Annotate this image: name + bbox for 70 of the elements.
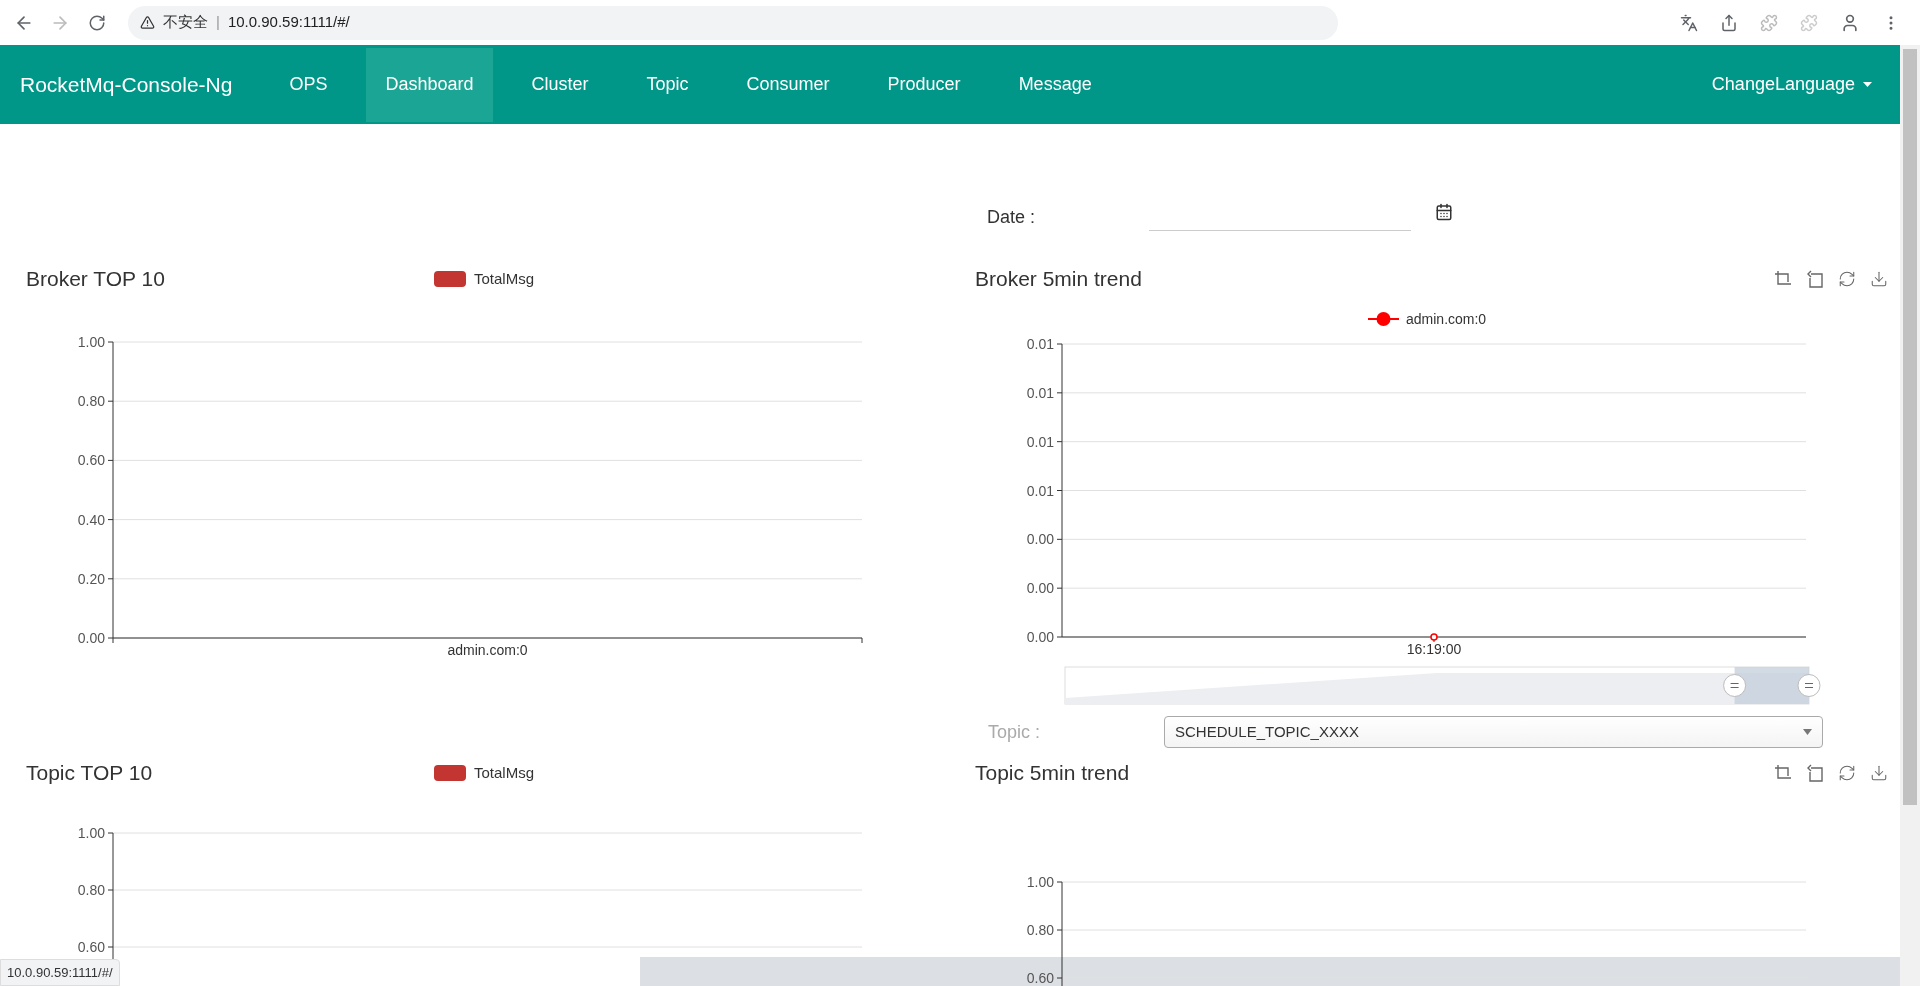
panel-title: Broker 5min trend xyxy=(975,266,1142,293)
address-bar[interactable]: 不安全 | 10.0.90.59:1111/#/ xyxy=(128,5,1338,40)
axis-label: 0.01 xyxy=(1026,336,1054,352)
axis-label: 0.40 xyxy=(77,511,105,528)
axis-label: 0.01 xyxy=(1026,384,1054,401)
axis-label: admin.com:0 xyxy=(447,642,528,658)
warning-icon xyxy=(140,15,155,30)
legend-swatch-icon[interactable] xyxy=(434,765,466,781)
refresh-icon[interactable] xyxy=(1838,764,1856,782)
caret-icon xyxy=(1803,729,1812,735)
topic-select[interactable]: SCHEDULE_TOPIC_XXXX xyxy=(1164,716,1823,748)
zoom-slider-track[interactable] xyxy=(1064,666,1810,705)
legend-label[interactable]: TotalMsg xyxy=(474,267,535,291)
slider-handle[interactable] xyxy=(1723,674,1747,697)
axis-label: 0.20 xyxy=(77,570,105,587)
axis-label: 0.80 xyxy=(77,882,105,898)
axis-label: 0.00 xyxy=(1026,629,1054,645)
legend-label[interactable]: admin.com:0 xyxy=(1406,311,1487,327)
zoom-icon[interactable] xyxy=(1774,270,1792,288)
axis-label: 1.00 xyxy=(77,334,105,350)
legend-marker-icon[interactable] xyxy=(1367,312,1400,326)
reload-icon[interactable] xyxy=(88,13,106,32)
axis-label: 16:19:00 xyxy=(1406,641,1462,657)
translate-icon[interactable] xyxy=(1680,13,1698,32)
slider-handle[interactable] xyxy=(1797,674,1821,697)
status-url: 10.0.90.59:1111/#/ xyxy=(0,958,120,986)
axis-label: 0.60 xyxy=(1026,970,1054,986)
axis-label: 0.60 xyxy=(77,939,105,955)
refresh-icon[interactable] xyxy=(1838,270,1856,288)
horizontal-scrollbar[interactable] xyxy=(640,957,1900,986)
axis-label: 0.01 xyxy=(1026,433,1054,450)
axis-label: 0.80 xyxy=(77,393,105,410)
security-label: 不安全 xyxy=(163,12,208,33)
zoom-reset-icon[interactable] xyxy=(1806,764,1824,782)
nav-tab[interactable]: Message xyxy=(999,47,1111,122)
nav-tab[interactable]: Producer xyxy=(868,47,980,122)
separator: | xyxy=(216,12,220,33)
axis-label: 0.80 xyxy=(1026,922,1054,938)
panel-title: Topic 5min trend xyxy=(975,760,1130,787)
panel-title: Topic TOP 10 xyxy=(26,761,153,785)
nav-tab[interactable]: Cluster xyxy=(512,47,608,122)
nav-tab[interactable]: OPS xyxy=(270,47,347,122)
axis-label: 1.00 xyxy=(1026,874,1054,890)
url-text: 10.0.90.59:1111/#/ xyxy=(227,12,350,33)
caret-icon xyxy=(1863,82,1872,87)
date-label: Date : xyxy=(987,205,1037,229)
zoom-reset-icon[interactable] xyxy=(1806,270,1824,288)
axis-label: 0.00 xyxy=(77,630,105,646)
language-menu[interactable]: ChangeLanguage xyxy=(1711,71,1900,98)
share-icon[interactable] xyxy=(1720,13,1738,32)
brand[interactable]: RocketMq-Console-Ng xyxy=(0,68,271,101)
axis-label: 0.00 xyxy=(1026,531,1054,548)
legend-label[interactable]: TotalMsg xyxy=(474,761,535,785)
nav-tab[interactable]: Consumer xyxy=(727,47,849,122)
data-point xyxy=(1430,633,1438,641)
axis-label: 1.00 xyxy=(77,825,105,841)
topic-label: Topic : xyxy=(988,720,1042,744)
download-icon[interactable] xyxy=(1870,270,1888,288)
calendar-icon[interactable] xyxy=(1435,203,1453,221)
nav-tab[interactable]: Topic xyxy=(627,47,708,122)
axis-label: 0.60 xyxy=(77,452,105,469)
axis-label: 0.01 xyxy=(1026,482,1054,499)
vertical-scrollbar[interactable] xyxy=(1900,45,1920,986)
axis-label: 0.00 xyxy=(1026,580,1054,597)
zoom-icon[interactable] xyxy=(1774,764,1792,782)
panel-title: Broker TOP 10 xyxy=(26,267,165,291)
nav-tab[interactable]: Dashboard xyxy=(366,47,493,122)
legend-swatch-icon[interactable] xyxy=(434,271,466,287)
profile-icon[interactable] xyxy=(1840,12,1860,33)
download-icon[interactable] xyxy=(1870,764,1888,782)
